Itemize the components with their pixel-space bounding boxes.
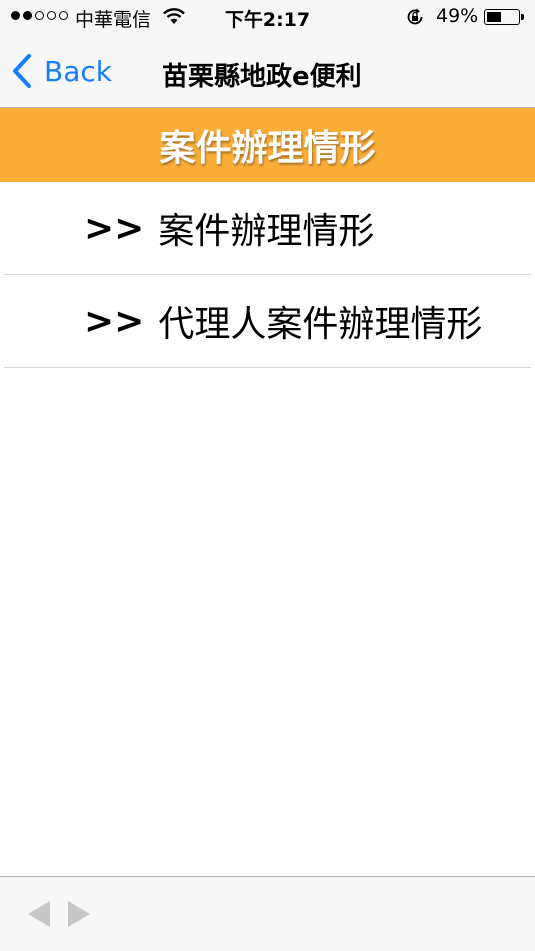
arrow-left-icon[interactable] bbox=[26, 899, 52, 929]
bottom-toolbar bbox=[0, 876, 535, 951]
back-button[interactable]: Back bbox=[10, 53, 112, 89]
menu-item-arrow: >> bbox=[84, 300, 145, 342]
battery-cap bbox=[521, 14, 524, 20]
menu-item-case-status[interactable]: >> 案件辦理情形 bbox=[4, 182, 531, 275]
battery-level-fill bbox=[487, 12, 501, 22]
arrow-right-icon[interactable] bbox=[66, 899, 92, 929]
battery-icon bbox=[484, 9, 520, 25]
back-button-label: Back bbox=[44, 54, 112, 88]
menu-item-label: 代理人案件辦理情形 bbox=[158, 304, 483, 345]
chevron-left-icon bbox=[13, 54, 31, 88]
menu-item-label: 案件辦理情形 bbox=[158, 211, 375, 252]
navigation-bar: Back 苗栗縣地政e便利 bbox=[0, 36, 535, 107]
top-bar: 中華電信 下午2:17 49% Back 苗栗縣地政e便利 bbox=[0, 0, 535, 108]
menu-item-arrow: >> bbox=[84, 207, 145, 249]
section-header: 案件辦理情形 bbox=[0, 108, 535, 182]
menu-list: >> 案件辦理情形 >> 代理人案件辦理情形 bbox=[0, 182, 535, 368]
rotation-lock-icon bbox=[407, 8, 423, 25]
menu-item-agent-case-status[interactable]: >> 代理人案件辦理情形 bbox=[4, 275, 531, 368]
battery-percent: 49% bbox=[436, 5, 479, 27]
section-header-title: 案件辦理情形 bbox=[159, 128, 376, 169]
page-title: 苗栗縣地政e便利 bbox=[162, 62, 362, 92]
status-bar: 中華電信 下午2:17 49% bbox=[0, 0, 535, 36]
